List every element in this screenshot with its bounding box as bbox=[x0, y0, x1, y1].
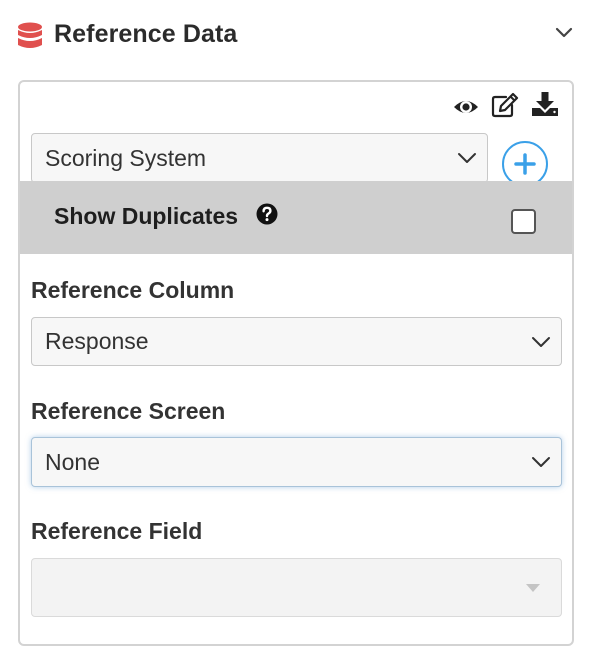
database-icon bbox=[18, 22, 42, 48]
show-duplicates-label: Show Duplicates bbox=[54, 203, 239, 229]
eye-icon[interactable] bbox=[452, 94, 480, 120]
caret-down-icon bbox=[526, 583, 540, 592]
reference-screen-value: None bbox=[45, 448, 100, 475]
reference-column-value: Response bbox=[45, 328, 149, 354]
section-title: Reference Data bbox=[54, 20, 238, 48]
section-header: Reference Data bbox=[0, 0, 592, 74]
chevron-down-icon bbox=[532, 336, 550, 347]
reference-screen-label: Reference Screen bbox=[31, 398, 226, 424]
edit-icon[interactable] bbox=[491, 92, 519, 118]
reference-data-select-value: Scoring System bbox=[45, 144, 207, 171]
chevron-down-icon bbox=[458, 153, 476, 163]
reference-field-select bbox=[31, 558, 562, 617]
reference-data-panel: Scoring System Show Duplicates Reference… bbox=[18, 80, 574, 646]
chevron-down-icon[interactable] bbox=[553, 22, 575, 44]
show-duplicates-row: Show Duplicates bbox=[20, 181, 572, 254]
reference-column-select[interactable]: Response bbox=[31, 317, 562, 366]
download-icon[interactable] bbox=[531, 91, 559, 117]
show-duplicates-checkbox[interactable] bbox=[511, 209, 536, 234]
chevron-down-icon bbox=[532, 457, 550, 467]
reference-screen-select[interactable]: None bbox=[31, 437, 562, 487]
reference-data-select[interactable]: Scoring System bbox=[31, 133, 488, 183]
plus-icon bbox=[514, 153, 536, 175]
reference-field-label: Reference Field bbox=[31, 518, 203, 544]
reference-column-label: Reference Column bbox=[31, 277, 235, 303]
question-circle-icon[interactable] bbox=[256, 203, 278, 225]
